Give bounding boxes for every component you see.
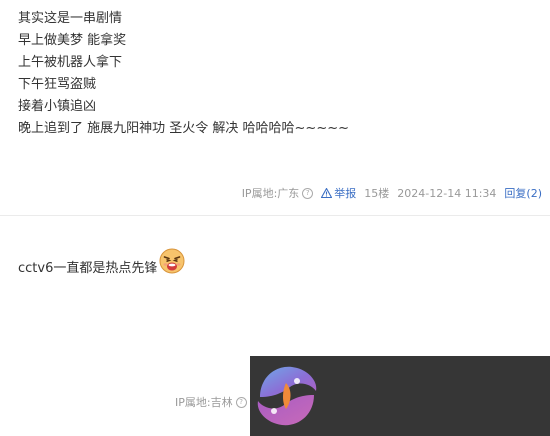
post-content: cctv6一直都是热点先锋 [18, 248, 185, 276]
ip-location-text: IP属地:吉林 [175, 396, 233, 409]
post-text: cctv6一直都是热点先锋 [18, 261, 158, 276]
post-content: 其实这是一串剧情 早上做美梦 能拿奖 上午被机器人拿下 下午狂骂盗贼 接着小镇追… [18, 8, 349, 140]
report-label: 举报 [334, 187, 357, 200]
help-icon[interactable]: ? [235, 396, 247, 408]
grinning-face-emoji-icon [159, 248, 185, 274]
post-line: 其实这是一串剧情 [18, 11, 123, 26]
floating-app-overlay[interactable] [250, 356, 550, 436]
post-line: 下午狂骂盗贼 [18, 77, 97, 92]
post-line: 接着小镇追凶 [18, 99, 97, 114]
ip-location-text: IP属地:广东 [241, 187, 300, 200]
app-logo-icon [257, 366, 317, 426]
post-line: 晚上追到了 施展九阳神功 圣火令 解决 哈哈哈哈~~~~~ [18, 121, 349, 136]
report-button[interactable]: 举报 [321, 185, 356, 201]
warning-icon [321, 188, 333, 198]
help-icon[interactable]: ? [302, 187, 314, 199]
reply-post: 其实这是一串剧情 早上做美梦 能拿奖 上午被机器人拿下 下午狂骂盗贼 接着小镇追… [0, 0, 550, 216]
post-timestamp: 2024-12-14 11:34 [397, 186, 497, 200]
floor-number: 15楼 [364, 187, 390, 200]
post-line: 早上做美梦 能拿奖 [18, 33, 127, 48]
ip-location: IP属地:吉林 ? [175, 394, 247, 410]
post-line: 上午被机器人拿下 [18, 55, 123, 70]
ip-location: IP属地:广东 ? [242, 185, 314, 201]
reply-button[interactable]: 回复(2) [504, 185, 542, 201]
post-meta: IP属地:吉林 ? [175, 394, 247, 410]
post-meta: IP属地:广东 ? 举报 15楼 2024-12-14 11:34 回复(2) [242, 185, 542, 201]
